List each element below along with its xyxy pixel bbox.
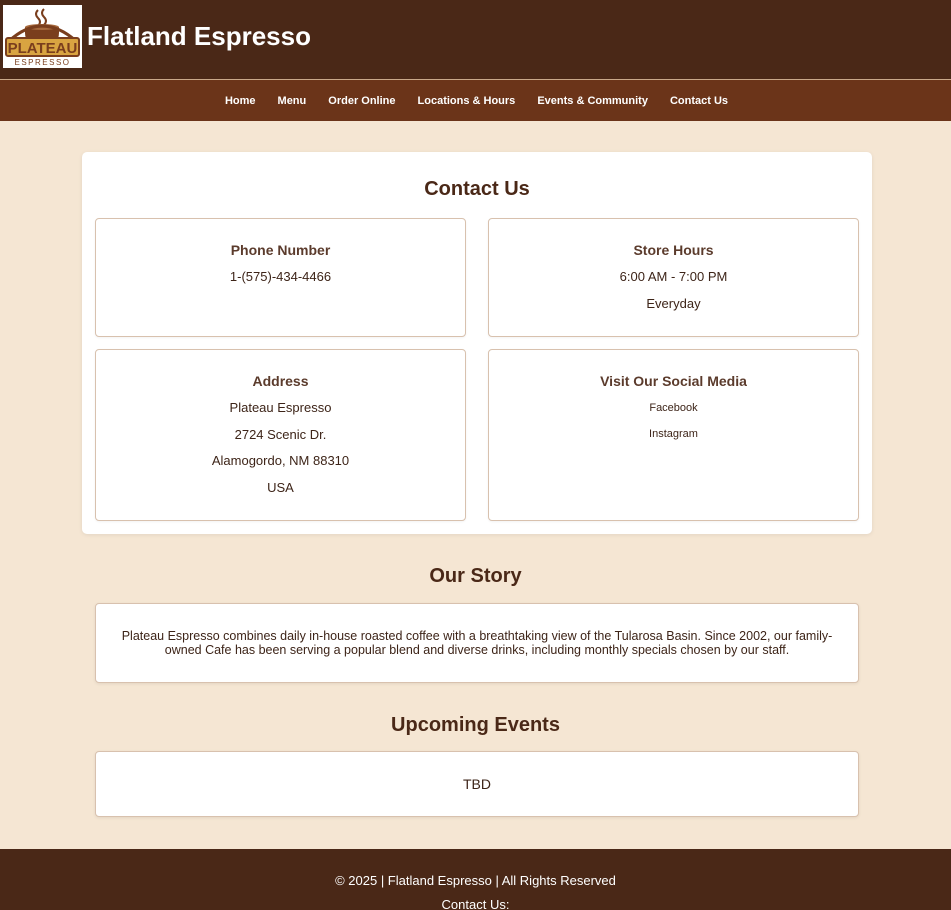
site-title: Flatland Espresso [87,21,311,51]
instagram-link[interactable]: Instagram [489,421,858,447]
nav-link-menu[interactable]: Menu [278,95,307,107]
story-title: Our Story [429,565,522,587]
social-box: Visit Our Social Media Facebook Instagra… [488,349,859,521]
nav-link-order-online[interactable]: Order Online [328,95,395,107]
address-line-city: Alamogordo, NM 88310 [211,453,350,468]
contact-section: Contact Us Phone Number 1-(575)-434-4466… [82,152,872,534]
plateau-espresso-logo[interactable]: PLATEAU ESPRESSO [3,5,82,68]
footer-copyright: © 2025 | Flatland Espresso | All Rights … [335,873,616,888]
site-footer: © 2025 | Flatland Espresso | All Rights … [0,849,951,910]
address-line-country: USA [267,479,294,495]
story-box: Plateau Espresso combines daily in-house… [95,603,859,683]
hours-heading: Store Hours [633,242,714,258]
events-title: Upcoming Events [391,714,560,736]
hours-box: Store Hours 6:00 AM - 7:00 PM Everyday [488,218,859,337]
logo-text-top: PLATEAU [8,40,78,57]
address-heading: Address [252,373,309,389]
facebook-link[interactable]: Facebook [489,395,858,421]
phone-number: 1-(575)-434-4466 [229,269,332,284]
address-line-name: Plateau Espresso [229,400,332,415]
coffee-cup-logo-icon: PLATEAU ESPRESSO [5,8,80,67]
events-box: TBD [95,751,859,817]
hours-time: 6:00 AM - 7:00 PM [619,269,728,284]
nav-link-contact-us[interactable]: Contact Us [670,95,728,107]
site-header: PLATEAU ESPRESSO Flatland Espresso [0,0,951,79]
main-nav: Home Menu Order Online Locations & Hours… [0,80,951,121]
story-text: Plateau Espresso combines daily in-house… [121,629,833,657]
contact-title: Contact Us [424,178,530,200]
address-box: Address Plateau Espresso 2724 Scenic Dr.… [95,349,466,521]
nav-link-locations-hours[interactable]: Locations & Hours [418,95,516,107]
nav-link-events-community[interactable]: Events & Community [537,95,648,107]
phone-heading: Phone Number [230,242,331,258]
nav-link-home[interactable]: Home [225,95,256,107]
events-text: TBD [463,776,491,792]
footer-contact-label: Contact Us: [441,897,510,910]
phone-box: Phone Number 1-(575)-434-4466 [95,218,466,337]
social-heading: Visit Our Social Media [600,373,747,389]
logo-text-bottom: ESPRESSO [14,58,70,67]
address-line-street: 2724 Scenic Dr. [234,426,327,442]
hours-days: Everyday [646,295,701,311]
